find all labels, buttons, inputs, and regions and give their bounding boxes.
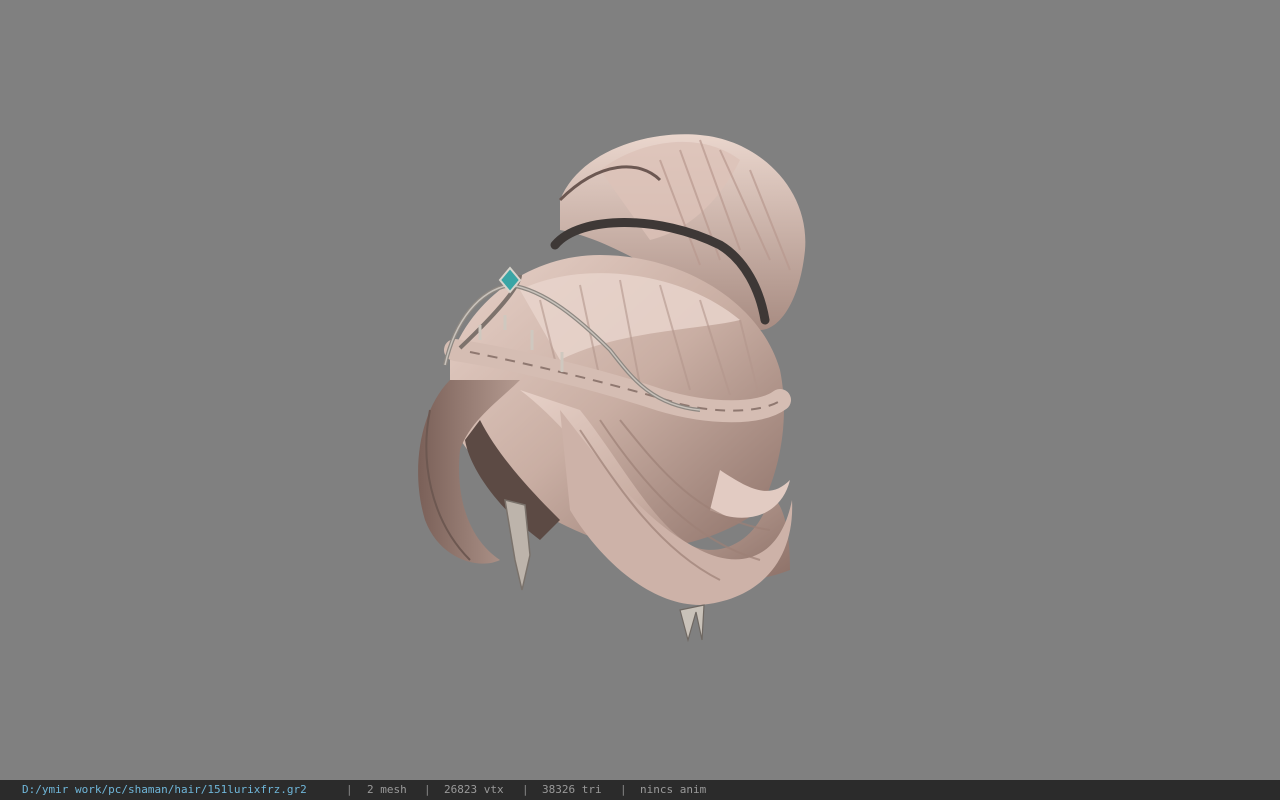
status-bar: D:/ymir work/pc/shaman/hair/151lurixfrz.…	[0, 780, 1280, 800]
vertex-count: 26823 vtx	[444, 783, 504, 796]
separator: |	[620, 783, 627, 796]
animation-status: nincs anim	[640, 783, 707, 796]
separator: |	[522, 783, 529, 796]
separator: |	[346, 783, 353, 796]
file-path: D:/ymir work/pc/shaman/hair/151lurixfrz.…	[22, 783, 307, 796]
3d-viewport[interactable]	[0, 0, 1280, 780]
mesh-count: 2 mesh	[367, 783, 407, 796]
separator: |	[424, 783, 431, 796]
hair-model-render	[418, 134, 806, 643]
triangle-count: 38326 tri	[542, 783, 602, 796]
